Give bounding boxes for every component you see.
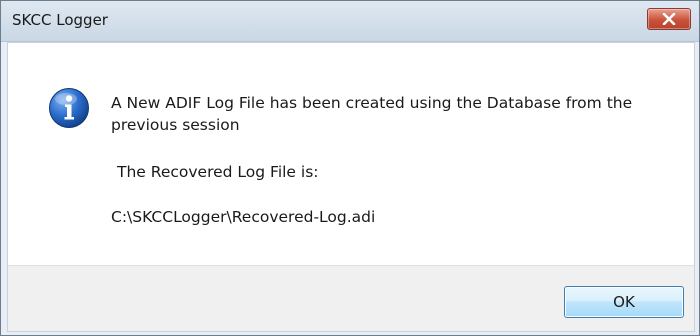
ok-button[interactable]: OK <box>564 286 684 318</box>
dialog-body: A New ADIF Log File has been created usi… <box>7 42 695 332</box>
close-button[interactable] <box>647 8 691 30</box>
info-icon <box>49 88 89 128</box>
button-bar: OK <box>8 265 694 331</box>
message-area: A New ADIF Log File has been created usi… <box>8 43 694 265</box>
recovered-file-path: C:\SKCCLogger\Recovered-Log.adi <box>111 208 376 226</box>
message-dialog: SKCC Logger A New ADIF Log File has been… <box>0 0 700 336</box>
message-text: A New ADIF Log File has been created usi… <box>111 94 633 134</box>
close-icon <box>662 13 676 25</box>
window-title: SKCC Logger <box>12 11 108 29</box>
title-bar[interactable]: SKCC Logger <box>1 1 699 42</box>
recovered-label: The Recovered Log File is: <box>117 163 319 181</box>
